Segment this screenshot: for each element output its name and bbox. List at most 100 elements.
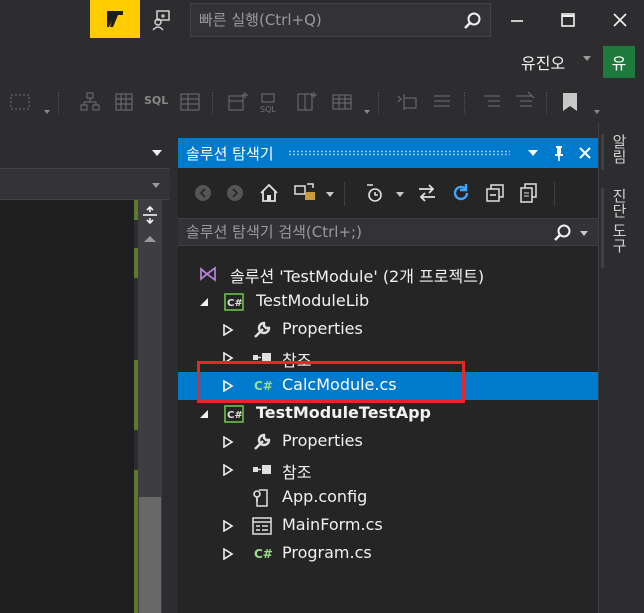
pin-icon	[555, 146, 563, 161]
solution-search-input[interactable]	[186, 223, 546, 241]
code-editor[interactable]	[0, 200, 134, 613]
quick-launch-box[interactable]	[190, 3, 491, 37]
close-icon	[613, 13, 627, 27]
pending-changes-button[interactable]	[362, 180, 388, 206]
chevron-down-icon[interactable]	[152, 183, 160, 188]
add-column-icon[interactable]	[294, 90, 318, 114]
collapse-all-button[interactable]	[482, 180, 508, 206]
tab-indicator	[601, 134, 604, 170]
collapse-all-icon	[486, 184, 504, 202]
add-table-icon[interactable]	[226, 90, 250, 114]
tree-item-references[interactable]: 참조	[178, 456, 598, 484]
tree-item-mainform[interactable]: MainForm.cs	[178, 512, 598, 540]
wrench-icon	[252, 320, 272, 340]
layout-dropdown-icon[interactable]	[44, 110, 50, 114]
tree-item-label: Properties	[282, 431, 363, 450]
quick-launch-input[interactable]	[199, 11, 449, 29]
search-options-icon[interactable]	[580, 231, 588, 236]
refresh-button[interactable]	[448, 180, 474, 206]
relationship-icon[interactable]	[330, 90, 354, 114]
tree-item-label: Program.cs	[282, 543, 372, 562]
account-dropdown-icon[interactable]	[583, 56, 591, 61]
collapsed-arrow-icon[interactable]	[222, 548, 234, 560]
collapsed-arrow-icon[interactable]	[222, 464, 234, 476]
tab-notifications[interactable]: 알림	[609, 134, 630, 164]
collapsed-arrow-icon[interactable]	[222, 324, 234, 336]
svg-text:C#: C#	[227, 298, 243, 309]
config-icon	[252, 488, 272, 508]
layout-icon[interactable]	[8, 90, 32, 114]
scroll-up-icon[interactable]	[144, 236, 156, 242]
maximize-icon	[561, 13, 575, 27]
toolbar-separator	[344, 182, 345, 206]
tree-item-appconfig[interactable]: App.config	[178, 484, 598, 512]
tree-item-label: Properties	[282, 319, 363, 338]
solution-search-box[interactable]	[178, 218, 598, 246]
tree-item-label: 솔루션 'TestModule' (2개 프로젝트)	[230, 267, 485, 286]
forward-button[interactable]	[222, 180, 248, 206]
collapsed-arrow-icon[interactable]	[222, 520, 234, 532]
copy-icon	[520, 183, 537, 203]
split-window-button[interactable]	[138, 204, 162, 226]
close-icon	[579, 147, 591, 159]
index-icon[interactable]	[396, 90, 420, 114]
copy-button[interactable]	[516, 180, 542, 206]
uncomment-icon[interactable]	[512, 90, 536, 114]
collapsed-arrow-icon[interactable]	[222, 436, 234, 448]
tree-item-project[interactable]: C# TestModuleTestApp	[178, 400, 598, 428]
tree-item-properties[interactable]: Properties	[178, 316, 598, 344]
sql-query-icon[interactable]: SQL	[258, 90, 282, 114]
scroll-thumb[interactable]	[139, 497, 161, 613]
pin-button[interactable]	[546, 138, 572, 168]
tree-item-solution[interactable]: 솔루션 'TestModule' (2개 프로젝트)	[178, 260, 598, 288]
highlight-annotation	[197, 361, 465, 403]
maximize-button[interactable]	[553, 5, 583, 35]
dropdown-icon	[528, 150, 538, 156]
account-name[interactable]: 유진오	[521, 50, 565, 74]
close-window-button[interactable]	[605, 5, 635, 35]
sql-label[interactable]: SQL	[144, 94, 168, 107]
csharp-file-icon: C#	[254, 544, 274, 564]
grid-icon[interactable]	[112, 90, 136, 114]
toolbar-separator	[464, 92, 465, 114]
home-icon	[260, 183, 278, 202]
switch-views-button[interactable]	[414, 180, 440, 206]
minimize-icon	[511, 20, 523, 22]
minimize-button[interactable]	[502, 5, 532, 35]
expanded-arrow-icon[interactable]	[198, 408, 210, 420]
bookmark-icon[interactable]	[558, 90, 582, 114]
search-icon[interactable]	[552, 223, 572, 243]
comment-icon[interactable]	[480, 90, 504, 114]
close-panel-button[interactable]	[572, 138, 598, 168]
feedback-button[interactable]	[90, 0, 140, 38]
tree-item-project[interactable]: C# TestModuleLib	[178, 288, 598, 316]
avatar[interactable]: 유	[603, 46, 635, 78]
live-share-button[interactable]	[148, 6, 176, 34]
sync-view-button[interactable]	[292, 180, 318, 206]
feedback-icon	[107, 11, 123, 27]
back-icon	[195, 185, 211, 201]
relationship-dropdown-icon[interactable]	[364, 110, 370, 114]
tab-diagnostic-tools[interactable]: 진단 도구	[609, 188, 630, 253]
tree-item-properties[interactable]: Properties	[178, 428, 598, 456]
home-button[interactable]	[256, 180, 282, 206]
index-keys-icon[interactable]	[430, 90, 454, 114]
navigation-combo[interactable]	[0, 168, 170, 200]
tree-item-program[interactable]: C# Program.cs	[178, 540, 598, 568]
toolbar-overflow-icon[interactable]	[594, 110, 600, 114]
search-icon[interactable]	[462, 11, 482, 31]
chevron-down-icon[interactable]	[396, 192, 404, 197]
wrench-icon	[252, 432, 272, 452]
tab-list-dropdown-icon[interactable]	[152, 150, 162, 156]
solution-explorer-titlebar[interactable]: 솔루션 탐색기	[178, 138, 598, 168]
document-tab-bar	[0, 140, 170, 168]
expanded-arrow-icon[interactable]	[198, 296, 210, 308]
table-icon[interactable]	[178, 90, 202, 114]
toolbar-separator	[378, 92, 379, 114]
drag-grip[interactable]	[287, 150, 510, 156]
references-icon	[252, 460, 272, 480]
back-button[interactable]	[190, 180, 216, 206]
chevron-down-icon[interactable]	[326, 192, 334, 197]
hierarchy-icon[interactable]	[78, 90, 102, 114]
window-position-button[interactable]	[520, 138, 546, 168]
